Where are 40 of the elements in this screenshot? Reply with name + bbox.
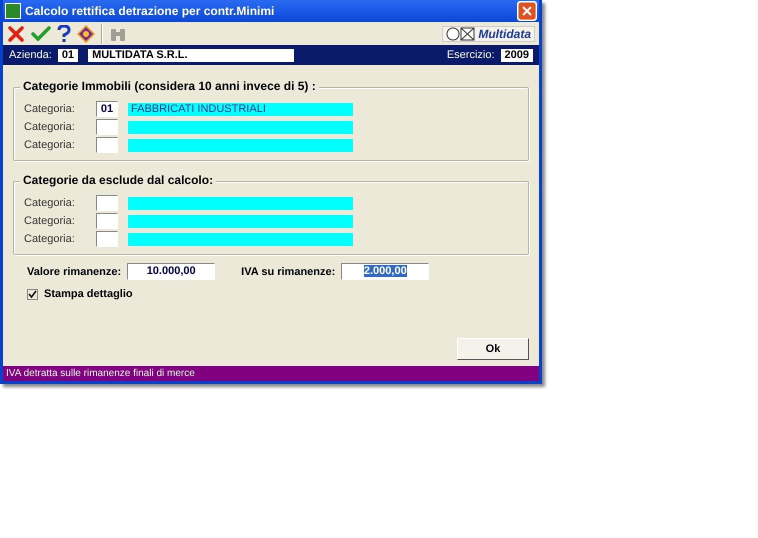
code-field[interactable]	[96, 119, 118, 135]
field-label: Categoria:	[24, 139, 76, 151]
code-field[interactable]: 01	[96, 101, 118, 117]
window-title: Calcolo rettifica detrazione per contr.Minimi	[25, 4, 276, 18]
field-label: Categoria:	[24, 233, 76, 245]
description-field[interactable]	[128, 120, 353, 134]
description-field[interactable]	[128, 196, 353, 210]
help-icon[interactable]	[57, 24, 71, 42]
status-bar: IVA detratta sulle rimanenze finali di merce	[3, 366, 539, 381]
code-field[interactable]	[96, 195, 118, 211]
field-label: IVA su rimanenze:	[241, 266, 336, 278]
year-field[interactable]: 2009	[500, 48, 533, 62]
company-label: Azienda:	[9, 49, 52, 61]
brand-logo: Multidata	[442, 26, 535, 42]
ok-button[interactable]: Ok	[457, 338, 529, 360]
field-label: Categoria:	[24, 103, 76, 115]
field-label: Categoria:	[24, 121, 76, 133]
field-label: Categoria:	[24, 197, 76, 209]
amount-field[interactable]: 10.000,00	[127, 263, 216, 280]
code-field[interactable]	[96, 231, 118, 247]
description-field[interactable]	[128, 138, 353, 152]
field-label: Categoria:	[24, 215, 76, 227]
app-icon	[5, 3, 21, 19]
group-title: Categorie da esclude dal calcolo:	[20, 173, 216, 187]
checkbox[interactable]	[27, 288, 38, 300]
company-code-field[interactable]: 01	[58, 48, 78, 62]
code-field[interactable]	[96, 213, 118, 229]
field-label: Valore rimanenze:	[27, 266, 122, 278]
close-button[interactable]	[517, 1, 537, 21]
close-icon[interactable]	[7, 24, 25, 42]
year-label: Esercizio:	[446, 49, 495, 61]
checkbox-label[interactable]: Stampa dettaglio	[44, 288, 133, 300]
description-field[interactable]	[128, 232, 353, 246]
code-field[interactable]	[96, 137, 118, 153]
description-field[interactable]	[128, 214, 353, 228]
group-title: Categorie Immobili (considera 10 anni invece di 5) :	[20, 79, 319, 93]
amount-field[interactable]: 2.000,00	[341, 263, 430, 280]
company-name-field[interactable]: MULTIDATA S.R.L.	[88, 48, 294, 62]
checkmark-icon[interactable]	[31, 24, 51, 42]
description-field[interactable]: FABBRICATI INDUSTRIALI	[128, 102, 353, 116]
